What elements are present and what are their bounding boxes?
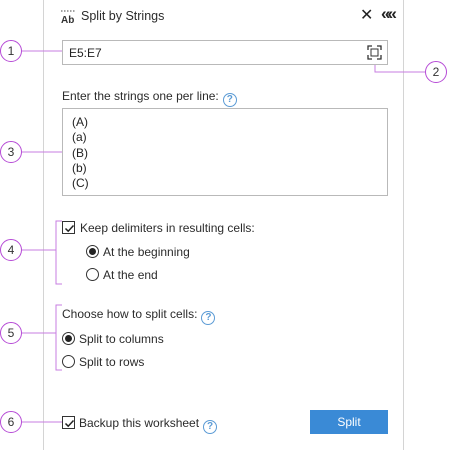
callout-6: 6 — [0, 411, 22, 433]
callout-4: 4 — [0, 239, 22, 261]
callout-3: 3 — [0, 141, 22, 163]
callout-1: 1 — [0, 40, 22, 62]
callout-2: 2 — [425, 61, 447, 83]
annotation-lines — [22, 50, 425, 423]
callout-5: 5 — [0, 322, 22, 344]
